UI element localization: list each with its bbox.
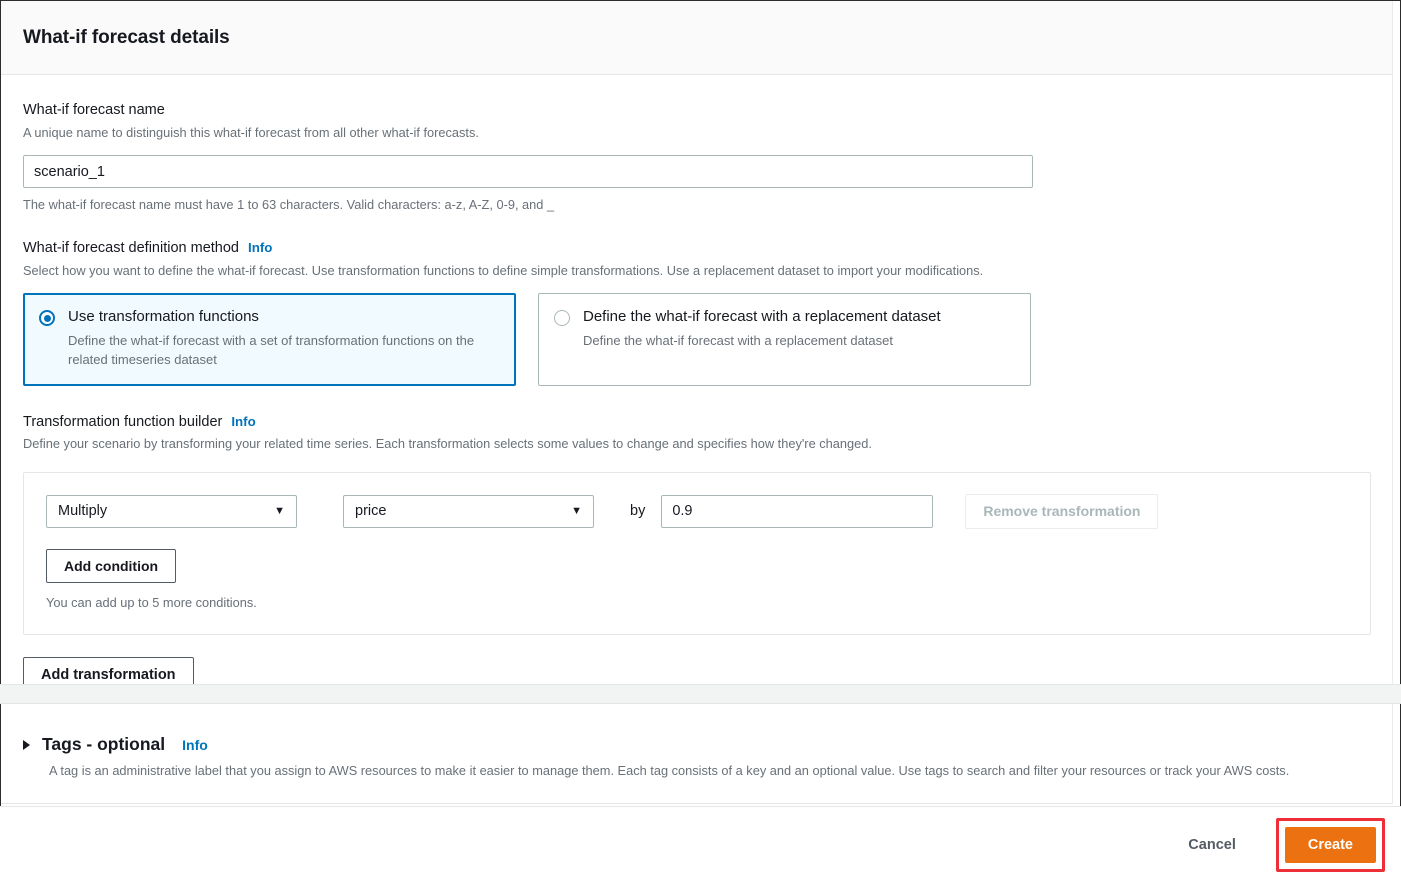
option-row: Use transformation functions Define the … xyxy=(39,307,500,370)
builder-label: Transformation function builder xyxy=(23,413,223,430)
page-title: What-if forecast details xyxy=(23,26,230,48)
create-button-highlight-box: Create xyxy=(1275,817,1385,872)
definition-method-info-link[interactable]: Info xyxy=(248,240,272,255)
operation-select-wrap: Multiply ▼ xyxy=(46,494,297,528)
definition-method-description: Select how you want to define the what-i… xyxy=(23,262,984,278)
builder-info-link[interactable]: Info xyxy=(231,414,255,429)
field-select-value: price xyxy=(355,503,387,520)
operation-select-value: Multiply xyxy=(58,503,108,520)
definition-method-option-transformation-functions[interactable]: Use transformation functions Define the … xyxy=(23,293,516,386)
option-row: Define the what-if forecast with a repla… xyxy=(554,307,1015,350)
transformation-row: Multiply ▼ price ▼ by Remov xyxy=(46,493,1348,529)
builder-label-row: Transformation function builder Info xyxy=(23,413,1370,433)
whatif-forecast-page: What-if forecast details What-if forecas… xyxy=(0,0,1401,882)
form-footer: Cancel Create xyxy=(0,806,1401,882)
radio-button-icon[interactable] xyxy=(39,310,55,327)
by-label: by xyxy=(630,503,646,520)
option-description: Define the what-if forecast with a set o… xyxy=(68,332,475,368)
field-select-wrap: price ▼ xyxy=(343,494,594,528)
transformation-row-container: Multiply ▼ price ▼ by Remov xyxy=(23,471,1371,635)
chevron-down-icon: ▼ xyxy=(274,504,285,517)
option-text: Use transformation functions Define the … xyxy=(68,307,498,370)
option-description: Define the what-if forecast with a repla… xyxy=(583,332,893,348)
forecast-name-section: What-if forecast name A unique name to d… xyxy=(23,101,1370,212)
definition-method-section: What-if forecast definition method Info … xyxy=(23,239,1370,386)
definition-method-label-row: What-if forecast definition method Info xyxy=(23,239,1370,259)
condition-hint: You can add up to 5 more conditions. xyxy=(46,594,257,610)
radio-button-icon[interactable] xyxy=(554,310,570,327)
definition-method-label: What-if forecast definition method xyxy=(23,240,239,257)
tags-header-row[interactable]: Tags - optional Info xyxy=(23,734,1370,755)
transformation-builder-section: Transformation function builder Info Def… xyxy=(23,413,1371,719)
definition-method-option-replacement-dataset[interactable]: Define the what-if forecast with a repla… xyxy=(538,293,1031,386)
builder-description: Define your scenario by transforming you… xyxy=(23,436,872,452)
add-condition-button[interactable]: Add condition xyxy=(46,548,177,583)
create-button[interactable]: Create xyxy=(1284,826,1376,863)
forecast-name-input[interactable] xyxy=(23,155,1033,189)
tags-title: Tags - optional xyxy=(42,734,166,754)
tags-card: Tags - optional Info A tag is an adminis… xyxy=(1,704,1393,804)
tags-description: A tag is an administrative label that yo… xyxy=(49,763,1290,778)
definition-method-options: Use transformation functions Define the … xyxy=(23,293,1370,386)
cancel-button[interactable]: Cancel xyxy=(1170,827,1254,863)
option-title: Use transformation functions xyxy=(68,308,259,326)
option-text: Define the what-if forecast with a repla… xyxy=(583,307,941,350)
field-select[interactable]: price ▼ xyxy=(343,494,594,528)
card-body: What-if forecast name A unique name to d… xyxy=(1,75,1392,741)
forecast-name-label: What-if forecast name xyxy=(23,102,165,118)
forecast-name-description: A unique name to distinguish this what-i… xyxy=(23,124,479,140)
transformation-value-input[interactable] xyxy=(661,494,934,528)
tags-info-link[interactable]: Info xyxy=(182,737,208,753)
chevron-down-icon: ▼ xyxy=(571,504,582,517)
whatif-forecast-details-card: What-if forecast details What-if forecas… xyxy=(1,1,1393,742)
section-separator xyxy=(0,684,1401,704)
card-header: What-if forecast details xyxy=(1,1,1392,75)
expand-collapse-triangle-icon[interactable] xyxy=(23,739,30,750)
forecast-name-constraint: The what-if forecast name must have 1 to… xyxy=(23,197,555,213)
option-title: Define the what-if forecast with a repla… xyxy=(583,308,941,326)
remove-transformation-button[interactable]: Remove transformation xyxy=(965,493,1159,529)
operation-select[interactable]: Multiply ▼ xyxy=(46,494,297,528)
